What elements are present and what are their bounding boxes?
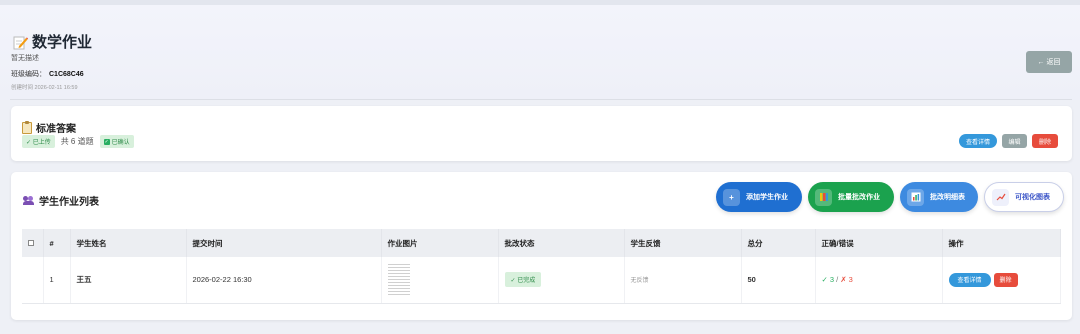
page-header: 数学作业 暂无描述 班级编码： C1C68C46 创建时间 2026-02-11 …	[0, 5, 1080, 100]
grading-detail-label: 批改明细表	[930, 194, 965, 201]
answer-title: 标准答案	[36, 124, 76, 135]
people-icon	[23, 196, 34, 205]
image-cell	[381, 257, 499, 304]
status-badge: ✓ 已完成	[504, 272, 542, 288]
row-actions-cell: 查看详情 删除	[942, 257, 1061, 304]
select-all-cell	[22, 229, 44, 257]
student-list-card: 学生作业列表 + 添加学生作业 批量批改作业 批改明细表 可视化图表 # 学生姓…	[11, 172, 1072, 320]
page-title: 数学作业	[32, 34, 93, 51]
standard-answer-card: 标准答案 ✓ 已上传 共 6 道题 ✓ 已确认 查看详情 编辑 删除	[11, 106, 1072, 161]
answer-detail-button[interactable]: 查看详情	[959, 134, 997, 148]
homework-table: # 学生姓名 提交时间 作业图片 批改状态 学生反馈 总分 正确/错误 操作 1…	[22, 229, 1061, 304]
back-button[interactable]: ← 返回	[1026, 51, 1072, 73]
col-correct-wrong: 正确/错误	[815, 229, 943, 257]
add-homework-label: 添加学生作业	[746, 194, 788, 201]
visualization-button[interactable]: 可视化图表	[984, 182, 1064, 212]
grading-detail-button[interactable]: 批改明细表	[900, 182, 978, 212]
add-homework-button[interactable]: + 添加学生作业	[716, 182, 802, 212]
feedback-text: 无反馈	[630, 278, 649, 285]
row-delete-button[interactable]: 删除	[993, 272, 1018, 287]
row-index: 1	[43, 257, 71, 304]
row-actions: 查看详情 删除	[948, 272, 1061, 287]
correct-wrong-cell: ✓ 3 / ✗ 3	[815, 257, 943, 304]
clipboard-icon	[22, 120, 32, 134]
col-name: 学生姓名	[70, 229, 187, 257]
memo-icon	[12, 34, 28, 50]
status-cell: ✓ 已完成	[498, 257, 625, 304]
answer-buttons: 查看详情 编辑 删除	[959, 134, 1058, 148]
col-feedback: 学生反馈	[624, 229, 742, 257]
visualization-label: 可视化图表	[1015, 194, 1050, 201]
description: 暂无描述	[11, 55, 39, 62]
confirmed-label: 已确认	[111, 140, 130, 146]
question-count: 共 6 道题	[60, 137, 94, 146]
select-all-checkbox[interactable]	[28, 239, 34, 246]
col-image: 作业图片	[381, 229, 499, 257]
confirmed-tag: ✓ 已确认	[99, 135, 134, 148]
wrong-count: ✗ 3	[840, 275, 853, 285]
student-name: 王五	[70, 257, 187, 304]
answer-delete-button[interactable]: 删除	[1032, 134, 1058, 148]
bar-chart-icon	[907, 188, 924, 206]
plus-icon: +	[723, 188, 740, 206]
table-header-row: # 学生姓名 提交时间 作业图片 批改状态 学生反馈 总分 正确/错误 操作	[22, 229, 1061, 257]
answer-meta: ✓ 已上传 共 6 道题 ✓ 已确认	[22, 135, 134, 148]
check-box-icon: ✓	[103, 138, 110, 145]
class-code-row: 班级编码： C1C68C46	[11, 69, 84, 79]
batch-grade-label: 批量批改作业	[838, 194, 880, 201]
back-label: ← 返回	[1037, 59, 1061, 66]
total-score: 50	[741, 257, 816, 304]
class-code-label: 班级编码：	[11, 71, 46, 78]
class-code-value: C1C68C46	[49, 71, 84, 78]
row-detail-button[interactable]: 查看详情	[948, 272, 991, 287]
homework-thumbnail[interactable]	[387, 262, 410, 297]
answer-title-row: 标准答案	[22, 120, 76, 135]
list-title: 学生作业列表	[39, 197, 99, 208]
title-row: 数学作业	[12, 31, 92, 52]
created-time: 创建时间 2026-02-11 16:59	[11, 85, 78, 91]
trend-chart-icon	[992, 188, 1009, 206]
submitted-time: 2026-02-22 16:30	[186, 257, 382, 304]
col-score: 总分	[741, 229, 816, 257]
uploaded-tag: ✓ 已上传	[22, 135, 55, 148]
header-divider	[10, 99, 1072, 100]
batch-grade-button[interactable]: 批量批改作业	[808, 182, 894, 212]
correct-count: ✓ 3	[821, 275, 835, 285]
table-row: 1 王五 2026-02-22 16:30 ✓ 已完成 无反馈 50 ✓ 3 /…	[22, 257, 1061, 304]
list-actions: + 添加学生作业 批量批改作业 批改明细表 可视化图表	[716, 182, 1064, 212]
books-icon	[815, 188, 832, 206]
answer-edit-button[interactable]: 编辑	[1002, 134, 1027, 148]
feedback-cell: 无反馈	[624, 257, 742, 304]
col-submitted: 提交时间	[186, 229, 382, 257]
col-status: 批改状态	[498, 229, 625, 257]
col-index: #	[43, 229, 71, 257]
row-select-cell	[22, 257, 44, 304]
list-title-row: 学生作业列表	[23, 193, 99, 208]
col-actions: 操作	[942, 229, 1061, 257]
